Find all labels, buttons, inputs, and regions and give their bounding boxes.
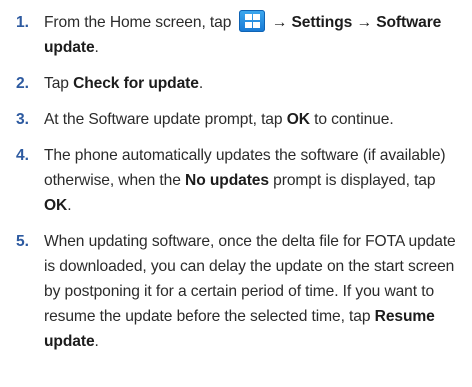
step-5: 5. When updating software, once the delt… <box>8 229 464 354</box>
step-text-part: prompt is displayed, tap <box>268 172 436 189</box>
settings-label: Settings <box>291 14 353 31</box>
step-text-part: to continue. <box>309 111 394 128</box>
check-for-update-label: Check for update <box>73 75 199 92</box>
ok-label: OK <box>44 197 68 214</box>
arrow: → <box>352 14 377 31</box>
step-text: When updating software, once the delta f… <box>44 233 456 350</box>
instructions-page: 1. From the Home screen, tap → Settings … <box>0 0 472 387</box>
no-updates-label: No updates <box>185 172 269 189</box>
step-text-part: At the Software update prompt, tap <box>44 111 287 128</box>
step-number: 1. <box>16 14 29 31</box>
step-text: At the Software update prompt, tap OK to… <box>44 111 394 128</box>
step-text-part: Tap <box>44 75 74 92</box>
step-text: From the Home screen, tap → Settings → S… <box>44 10 441 56</box>
step-text-part: . <box>94 333 99 350</box>
step-4: 4. The phone automatically updates the s… <box>8 143 464 218</box>
step-text-part: . <box>67 197 72 214</box>
step-number: 5. <box>16 233 29 250</box>
step-number: 3. <box>16 111 29 128</box>
step-text-part: . <box>94 39 99 56</box>
steps-list: 1. From the Home screen, tap → Settings … <box>8 10 464 354</box>
step-text-part: From the Home screen, tap <box>44 14 236 31</box>
ok-label: OK <box>286 111 310 128</box>
step-number: 4. <box>16 147 29 164</box>
step-text: Tap Check for update. <box>44 75 203 92</box>
arrow: → <box>267 14 292 31</box>
step-number: 2. <box>16 75 29 92</box>
apps-grid-icon <box>238 10 265 32</box>
step-3: 3. At the Software update prompt, tap OK… <box>8 107 464 132</box>
step-2: 2. Tap Check for update. <box>8 71 464 96</box>
step-1: 1. From the Home screen, tap → Settings … <box>8 10 464 60</box>
step-text-part: . <box>198 75 204 92</box>
step-text: The phone automatically updates the soft… <box>44 147 446 214</box>
